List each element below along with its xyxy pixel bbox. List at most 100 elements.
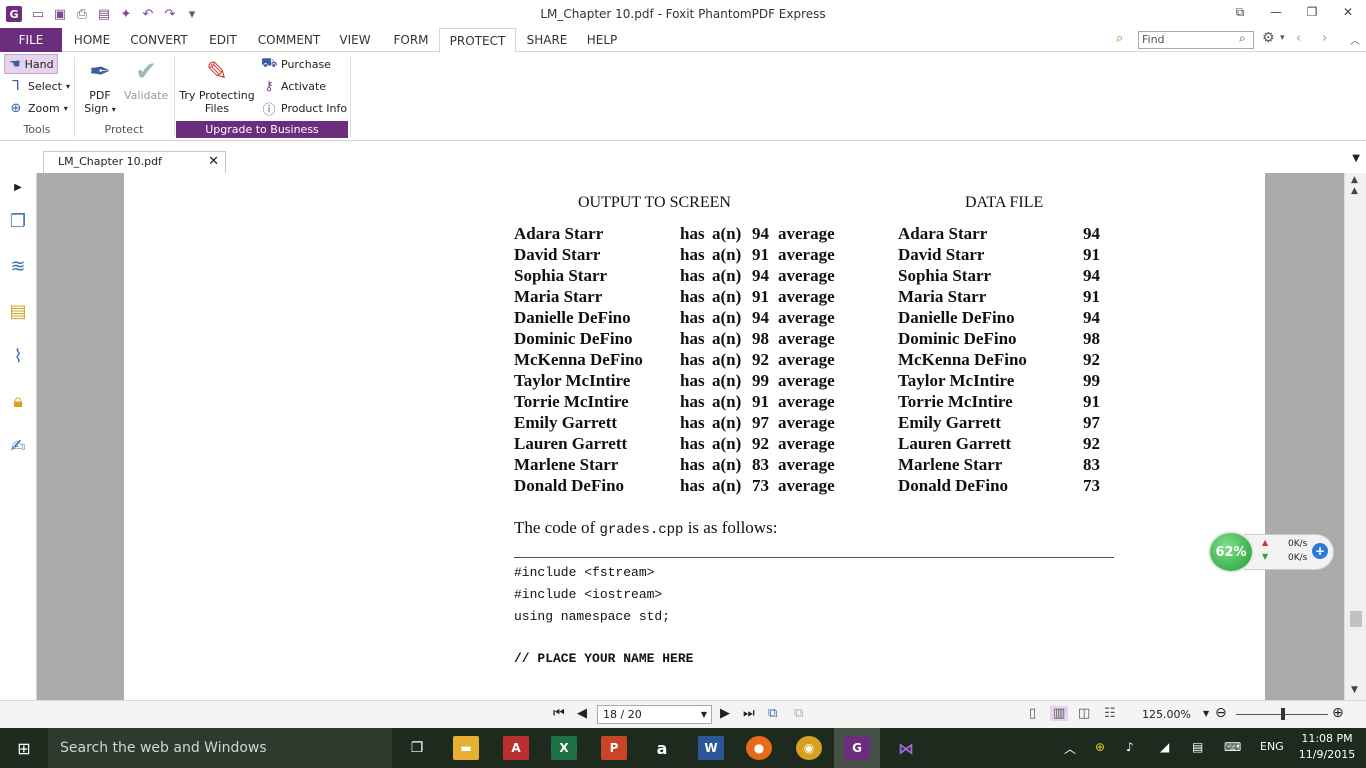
powerpoint-icon[interactable]: P — [601, 736, 627, 760]
forward-icon[interactable]: › — [1322, 31, 1327, 46]
previous-view-icon[interactable]: ⧉ — [768, 706, 777, 721]
purchase-button[interactable]: ⛟ Purchase — [261, 54, 331, 74]
save-icon[interactable]: ▣ — [52, 6, 68, 22]
pages-icon[interactable]: ❐ — [6, 209, 30, 233]
find-input[interactable]: Find — [1138, 31, 1254, 49]
data-file-name: Taylor McIntire — [898, 371, 1015, 390]
foxit-app-icon[interactable]: G — [6, 6, 22, 22]
windows-start-button[interactable]: ⊞ — [0, 728, 48, 768]
file-explorer-icon[interactable]: ▬ — [453, 736, 479, 760]
notifications-icon[interactable]: ▤ — [1192, 740, 1203, 754]
first-page-icon[interactable]: ⏮ — [553, 706, 565, 721]
undo-icon[interactable]: ↶ — [140, 6, 156, 22]
new-doc-icon[interactable]: ✦ — [118, 6, 134, 22]
lock-icon[interactable]: 🔒︎ — [6, 389, 30, 413]
open-icon[interactable]: ▭ — [30, 6, 46, 22]
select-tool-button[interactable]: Ꞁ Select ▾ — [8, 76, 70, 96]
visual-studio-icon[interactable]: ⋈ — [893, 736, 919, 760]
document-viewer[interactable]: OUTPUT TO SCREEN DATA FILE Adara Starr ha… — [37, 173, 1344, 700]
word-icon[interactable]: W — [698, 736, 724, 760]
ribbon-display-icon[interactable]: ⧉ — [1222, 0, 1258, 24]
close-button[interactable]: ✕ — [1330, 0, 1366, 24]
scan-icon[interactable]: ▤ — [96, 6, 112, 22]
scroll-down-icon[interactable]: ▼ — [1351, 685, 1358, 695]
clock[interactable]: 11:08 PM 11/9/2015 — [1292, 731, 1362, 763]
keyboard-icon[interactable]: ⌨ — [1224, 740, 1241, 754]
continuous-page-icon[interactable]: ▥ — [1050, 706, 1069, 721]
hand-tool-button[interactable]: ☚ Hand — [4, 54, 58, 74]
tab-file[interactable]: FILE — [0, 28, 62, 52]
access-icon[interactable]: A — [503, 736, 529, 760]
add-tray-icon[interactable]: ⊕ — [1095, 740, 1105, 754]
continuous-facing-icon[interactable]: ☷ — [1104, 706, 1116, 721]
folder-search-icon[interactable]: ⌕ — [1116, 31, 1123, 46]
status-bar: ⏮ ◀ 18 / 20 ▼ ▶ ⏭ ⧉ ⧉ ▯ ▥ ◫ ☷ 125.00% ▼ … — [0, 700, 1366, 728]
maximize-button[interactable]: ❐ — [1294, 0, 1330, 24]
next-page-icon[interactable]: ▶ — [720, 706, 730, 721]
facing-page-icon[interactable]: ◫ — [1078, 706, 1090, 721]
redo-icon[interactable]: ↷ — [162, 6, 178, 22]
chrome-icon[interactable]: ◉ — [796, 736, 822, 760]
back-icon[interactable]: ‹ — [1296, 31, 1301, 46]
plus-icon[interactable]: + — [1312, 543, 1328, 559]
activate-button[interactable]: ⚷ Activate — [261, 76, 326, 96]
close-icon[interactable]: ✕ — [208, 152, 219, 172]
data-file-name: Donald DeFino — [898, 476, 1009, 495]
page-number-input[interactable]: 18 / 20 ▼ — [597, 705, 712, 724]
comments-icon[interactable]: ▤ — [6, 299, 30, 323]
pdf-sign-button[interactable]: ✒ PDF Sign ▾ — [78, 55, 122, 115]
zoom-out-icon[interactable]: ⊖ — [1215, 705, 1227, 721]
minimize-button[interactable]: — — [1258, 0, 1294, 24]
expand-panel-icon[interactable]: ▶ — [6, 175, 30, 199]
tab-convert[interactable]: CONVERT — [122, 28, 196, 52]
tab-list-icon[interactable]: ▼ — [1352, 153, 1360, 164]
upgrade-to-business-label[interactable]: Upgrade to Business — [176, 121, 348, 138]
validate-button[interactable]: ✔ Validate — [124, 55, 168, 102]
volume-icon[interactable]: ♪ — [1126, 740, 1134, 754]
document-tab[interactable]: LM_Chapter 10.pdf ✕ — [43, 151, 226, 173]
chevron-up-icon[interactable]: ︿ — [1064, 740, 1076, 757]
tab-help[interactable]: HELP — [578, 28, 626, 52]
customize-qat-icon[interactable]: ▾ — [184, 6, 200, 22]
zoom-in-icon[interactable]: ⊕ — [1332, 705, 1344, 721]
foxit-taskbar-icon[interactable]: G — [844, 736, 870, 760]
tab-comment[interactable]: COMMENT — [250, 28, 328, 52]
tab-protect[interactable]: PROTECT — [439, 28, 516, 53]
scroll-thumb[interactable] — [1350, 611, 1362, 627]
firefox-icon[interactable]: ● — [746, 736, 772, 760]
zoom-level[interactable]: 125.00% — [1142, 708, 1191, 721]
zoom-slider-thumb[interactable] — [1281, 708, 1285, 720]
zoom-tool-button[interactable]: ⊕ Zoom ▾ — [8, 98, 68, 118]
try-protecting-files-button[interactable]: ✎ Try Protecting Files — [178, 55, 256, 115]
scroll-up-icon[interactable]: ▲ — [1351, 175, 1358, 185]
excel-icon[interactable]: X — [551, 736, 577, 760]
gear-icon[interactable]: ⚙ — [1262, 30, 1275, 46]
product-info-button[interactable]: ⓘ Product Info — [261, 98, 347, 118]
taskbar-search-box[interactable]: Search the web and Windows — [48, 728, 392, 768]
previous-page-icon[interactable]: ◀ — [577, 706, 587, 721]
task-view-icon[interactable]: ❐ — [404, 736, 430, 760]
next-view-icon[interactable]: ⧉ — [794, 706, 803, 721]
tab-form[interactable]: FORM — [382, 28, 440, 52]
tab-share[interactable]: SHARE — [520, 28, 574, 52]
chevron-down-icon[interactable]: ▼ — [701, 706, 707, 723]
tab-view[interactable]: VIEW — [332, 28, 378, 52]
print-icon[interactable]: ⎙ — [74, 6, 90, 22]
tab-edit[interactable]: EDIT — [200, 28, 246, 52]
chevron-down-icon[interactable]: ▾ — [1280, 33, 1285, 43]
amazon-icon[interactable]: a — [649, 736, 675, 760]
wifi-icon[interactable]: ◢ — [1160, 740, 1169, 754]
signature-icon[interactable]: ✍ — [6, 434, 30, 458]
scroll-up-small-icon[interactable]: ▲ — [1351, 186, 1358, 196]
language-indicator[interactable]: ENG — [1260, 740, 1284, 753]
attachments-icon[interactable]: ⌇ — [6, 344, 30, 368]
network-monitor-widget[interactable]: 62% ▲ ▼ 0K/s 0K/s + — [1208, 531, 1334, 573]
single-page-icon[interactable]: ▯ — [1029, 706, 1036, 721]
layers-icon[interactable]: ≋ — [6, 254, 30, 278]
last-page-icon[interactable]: ⏭ — [743, 706, 755, 721]
vertical-scrollbar[interactable]: ▲ ▲ ▼ — [1344, 173, 1366, 700]
search-icon[interactable]: ⌕ — [1239, 31, 1246, 46]
tab-home[interactable]: HOME — [66, 28, 118, 52]
chevron-down-icon[interactable]: ▼ — [1203, 709, 1209, 718]
collapse-ribbon-icon[interactable]: ︿ — [1350, 32, 1360, 47]
